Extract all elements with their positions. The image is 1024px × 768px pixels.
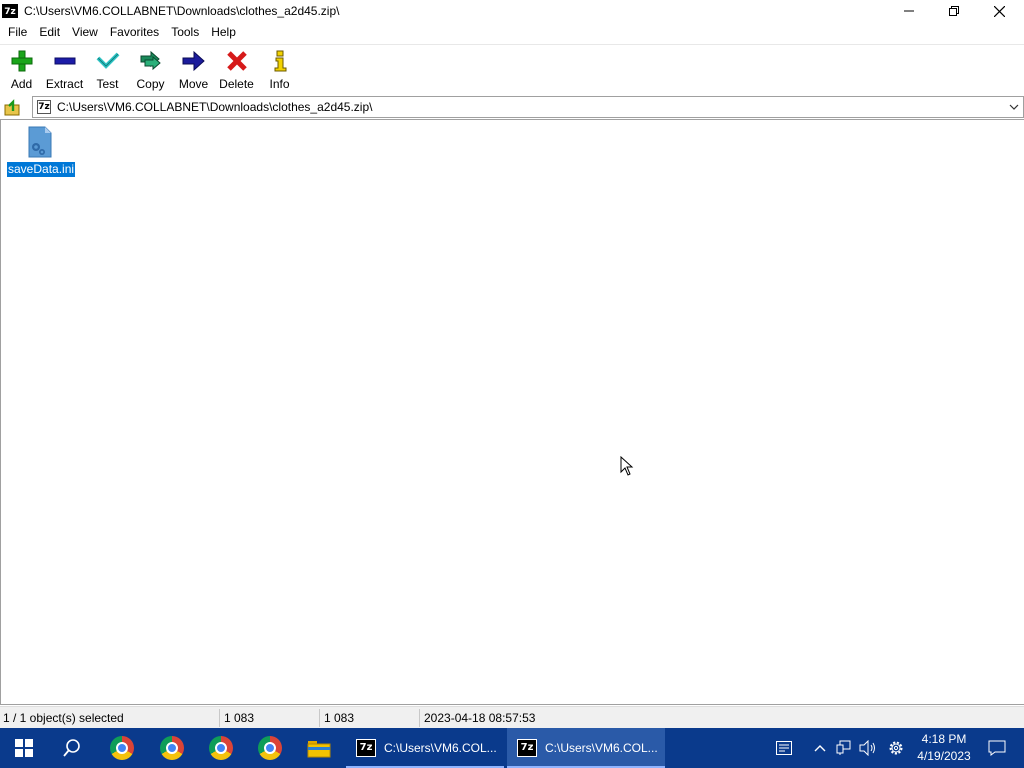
clock-date: 4/19/2023: [917, 749, 971, 763]
delete-button[interactable]: Delete: [215, 45, 258, 93]
chrome-taskbar-button[interactable]: [148, 728, 196, 768]
status-bar: 1 / 1 object(s) selected 1 083 1 083 202…: [0, 706, 1024, 728]
chrome-icon: [258, 736, 282, 760]
info-button[interactable]: Info: [258, 45, 301, 93]
status-packed-size: 1 083: [324, 711, 355, 725]
info-icon: [268, 49, 292, 73]
status-modified: 2023-04-18 08:57:53: [424, 711, 536, 725]
settings-button[interactable]: [884, 728, 908, 768]
status-selection: 1 / 1 object(s) selected: [3, 711, 124, 725]
status-divider: [319, 709, 320, 727]
delete-label: Delete: [219, 77, 254, 91]
notification-button[interactable]: [984, 728, 1010, 768]
taskbar-app-label: C:\Users\VM6.COL...: [545, 741, 658, 755]
ini-file-icon: [26, 126, 54, 158]
menu-view[interactable]: View: [66, 22, 104, 42]
address-path[interactable]: C:\Users\VM6.COLLABNET\Downloads\clothes…: [57, 100, 372, 114]
7zip-window: 7z C:\Users\VM6.COLLABNET\Downloads\clot…: [0, 0, 1024, 728]
chrome-icon: [110, 736, 134, 760]
7zip-icon: 7z: [517, 739, 537, 757]
info-label: Info: [269, 77, 290, 91]
chrome-icon: [209, 736, 233, 760]
arrow-right-icon: [182, 49, 206, 73]
taskbar-app-7zip[interactable]: 7z C:\Users\VM6.COL...: [346, 728, 504, 768]
network-icon: [836, 740, 851, 755]
news-widget-button[interactable]: [770, 728, 798, 768]
status-divider: [419, 709, 420, 727]
restore-button[interactable]: [931, 0, 977, 22]
window-title: C:\Users\VM6.COLLABNET\Downloads\clothes…: [24, 4, 340, 18]
gear-icon: [889, 741, 903, 755]
chevron-down-icon: [1009, 104, 1019, 110]
address-bar[interactable]: 7z C:\Users\VM6.COLLABNET\Downloads\clot…: [32, 96, 1024, 118]
volume-button[interactable]: [857, 728, 879, 768]
minus-icon: [53, 49, 77, 73]
add-button[interactable]: Add: [0, 45, 43, 93]
menu-edit[interactable]: Edit: [33, 22, 66, 42]
move-button[interactable]: Move: [172, 45, 215, 93]
mouse-cursor-icon: [620, 456, 634, 476]
taskbar-app-label: C:\Users\VM6.COL...: [384, 741, 497, 755]
chrome-icon: [160, 736, 184, 760]
close-icon: [993, 5, 1005, 17]
taskbar-clock[interactable]: 4:18 PM 4/19/2023: [912, 731, 976, 765]
7zip-icon: 7z: [356, 739, 376, 757]
status-size: 1 083: [224, 711, 255, 725]
show-hidden-icons-button[interactable]: [810, 728, 830, 768]
address-row: 7z C:\Users\VM6.COLLABNET\Downloads\clot…: [0, 96, 1024, 119]
file-explorer-button[interactable]: [295, 728, 343, 768]
x-icon: [225, 49, 249, 73]
title-bar: 7z C:\Users\VM6.COLLABNET\Downloads\clot…: [0, 0, 1024, 22]
file-list-pane[interactable]: saveData.ini: [0, 119, 1024, 705]
list-item[interactable]: saveData.ini: [5, 124, 77, 178]
chrome-taskbar-button[interactable]: [197, 728, 245, 768]
up-folder-button[interactable]: [2, 97, 24, 118]
7zip-app-icon[interactable]: 7z: [2, 4, 18, 18]
extract-button[interactable]: Extract: [43, 45, 86, 93]
address-dropdown-button[interactable]: [1007, 100, 1021, 114]
clock-time: 4:18 PM: [921, 732, 967, 746]
restore-icon: [949, 6, 959, 16]
add-label: Add: [10, 77, 33, 91]
menu-help[interactable]: Help: [205, 22, 242, 42]
start-button[interactable]: [0, 728, 48, 768]
chrome-taskbar-button[interactable]: [246, 728, 294, 768]
plus-icon: [10, 49, 34, 73]
copy-label: Copy: [136, 77, 165, 91]
menu-bar: File Edit View Favorites Tools Help: [0, 22, 1024, 42]
search-icon: [63, 739, 80, 757]
folder-up-icon: [4, 98, 20, 115]
windows-logo-icon: [15, 739, 33, 757]
menu-favorites[interactable]: Favorites: [104, 22, 165, 42]
copy-button[interactable]: Copy: [129, 45, 172, 93]
test-label: Test: [96, 77, 119, 91]
network-button[interactable]: [834, 728, 854, 768]
speaker-icon: [859, 740, 875, 756]
chevron-up-icon: [814, 745, 826, 752]
minimize-icon: [904, 10, 914, 12]
move-label: Move: [178, 77, 209, 91]
minimize-button[interactable]: [886, 0, 932, 22]
toolbar: Add Extract Test Copy Move Delete Info: [0, 44, 1024, 94]
search-button[interactable]: [48, 728, 96, 768]
archive-icon: 7z: [37, 100, 51, 114]
notification-icon: [988, 740, 1006, 756]
taskbar-app-7zip-active[interactable]: 7z C:\Users\VM6.COL...: [507, 728, 665, 768]
news-icon: [776, 741, 792, 755]
file-name: saveData.ini: [5, 161, 77, 178]
menu-tools[interactable]: Tools: [165, 22, 205, 42]
taskbar: 7z C:\Users\VM6.COL... 7z C:\Users\VM6.C…: [0, 728, 1024, 768]
chrome-taskbar-button[interactable]: [98, 728, 146, 768]
close-button[interactable]: [976, 0, 1022, 22]
extract-label: Extract: [45, 77, 84, 91]
menu-file[interactable]: File: [2, 22, 33, 42]
folder-icon: [307, 741, 331, 758]
double-arrow-icon: [139, 49, 163, 73]
status-divider: [219, 709, 220, 727]
check-icon: [96, 49, 120, 73]
test-button[interactable]: Test: [86, 45, 129, 93]
